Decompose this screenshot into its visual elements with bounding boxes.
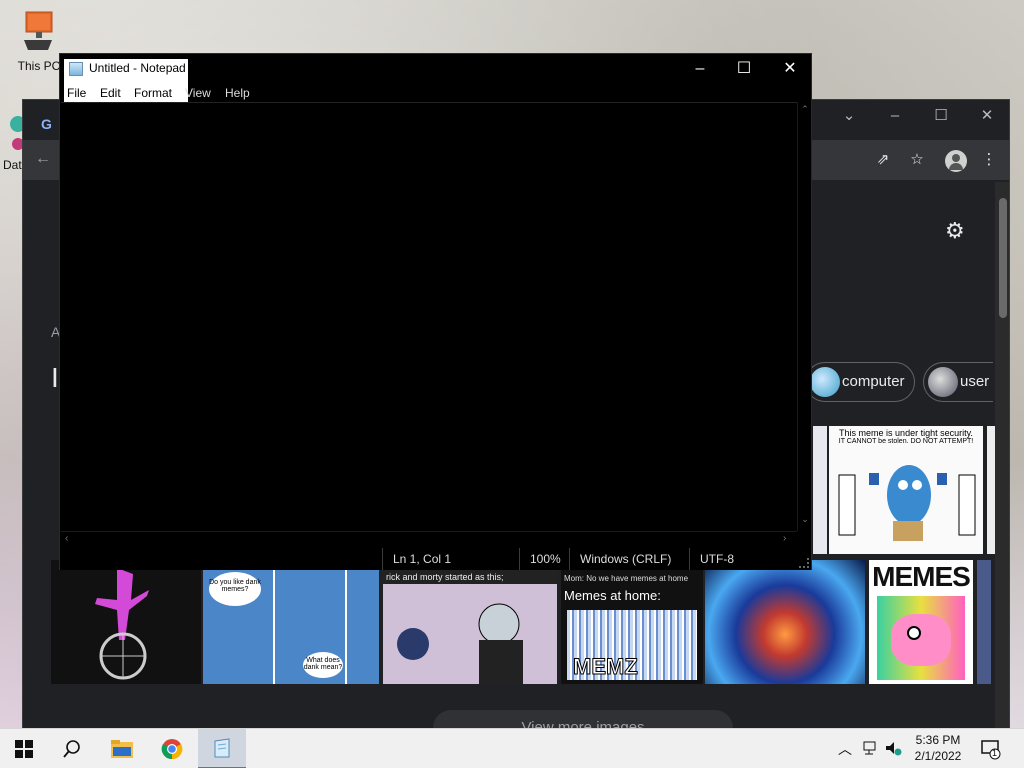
notepad-maximize-button[interactable]: ☐ [730, 59, 758, 79]
chip-user-thumb [928, 367, 958, 397]
memz-logo-text: MEMZ [573, 654, 639, 680]
chrome-minimize-button[interactable]: – [885, 106, 905, 126]
view-more-arrow-icon: → [451, 719, 466, 729]
image-tile-security-meme[interactable]: This meme is under tight security. IT CA… [829, 426, 983, 554]
file-explorer-icon [111, 740, 133, 758]
clock-date: 2/1/2022 [914, 749, 962, 763]
scroll-left-arrow-icon[interactable]: ‹ [65, 533, 68, 544]
menu-help[interactable]: Help [225, 86, 250, 100]
profile-avatar-icon[interactable] [945, 150, 967, 172]
back-arrow-icon[interactable]: ← [35, 150, 51, 168]
chip-computer-label: computer [842, 373, 905, 390]
this-pc-label: This PC [17, 59, 61, 73]
scroll-down-arrow-icon[interactable]: ⌄ [798, 514, 812, 525]
notepad-status-bar: Ln 1, Col 1 100% Windows (CRLF) UTF-8 [60, 548, 811, 570]
chrome-maximize-button[interactable]: ☐ [931, 106, 951, 126]
image-tile-memes-frog[interactable]: MEMES [869, 560, 973, 684]
chip-user-label: user [960, 373, 990, 390]
rick-morty-art [397, 603, 523, 684]
dank-bubble-2: What does dank mean? [303, 652, 343, 678]
memz-caption-1: Mom: No we have memes at home [564, 574, 689, 583]
notepad-horizontal-scrollbar[interactable]: ‹ › [61, 531, 797, 547]
notification-icon [981, 740, 1001, 760]
taskbar: ︿ 5:36 PM 2/1/2022 1 [0, 728, 1024, 768]
notepad-app-icon [69, 62, 83, 76]
chrome-menu-icon[interactable]: ⋮ [979, 150, 999, 170]
notepad-icon [214, 738, 230, 758]
notepad-window[interactable]: Untitled - Notepad – ☐ ✕ File Edit Forma… [59, 53, 812, 570]
notepad-title: Untitled - Notepad [89, 61, 186, 75]
menu-edit[interactable]: Edit [100, 86, 121, 100]
taskbar-clock[interactable]: 5:36 PM 2/1/2022 [906, 732, 970, 764]
image-tile-rick-morty[interactable]: rick and morty started as this; [383, 570, 557, 684]
image-tile-memz[interactable]: Mom: No we have memes at home Memes at h… [561, 570, 703, 684]
chip-user[interactable]: user [923, 362, 993, 402]
scroll-right-arrow-icon[interactable]: › [783, 533, 786, 544]
partial-heading-i: I [51, 362, 59, 393]
chrome-page-scrollbar[interactable] [995, 182, 1009, 728]
scroll-up-arrow-icon[interactable]: ⌃ [798, 104, 812, 115]
status-encoding: UTF-8 [689, 548, 799, 570]
this-pc-icon [24, 11, 53, 50]
status-line-ending: Windows (CRLF) [569, 548, 689, 570]
dancing-figure-art [95, 568, 149, 680]
status-position: Ln 1, Col 1 [382, 548, 508, 570]
start-button[interactable] [0, 729, 48, 768]
share-icon[interactable]: ⇗ [873, 150, 893, 170]
security-meme-caption-1: This meme is under tight security. [839, 428, 973, 438]
memes-frog-art [877, 596, 965, 680]
notepad-vertical-scrollbar[interactable]: ⌃ ⌄ [797, 102, 811, 531]
security-meme-art [838, 465, 976, 541]
chrome-icon [161, 739, 183, 760]
this-pc-desktop-icon[interactable]: This PC [14, 10, 64, 73]
clock-time: 5:36 PM [915, 733, 961, 747]
action-center-button[interactable]: 1 [980, 738, 1002, 768]
volume-muted-icon[interactable] [884, 739, 902, 768]
memz-caption-2: Memes at home: [564, 588, 661, 603]
menu-format[interactable]: Format [134, 86, 172, 100]
search-button[interactable] [48, 729, 96, 768]
dank-bubble-1: Do you like dank memes? [209, 572, 261, 606]
menu-file[interactable]: File [67, 86, 86, 100]
chrome-scroll-thumb[interactable] [999, 198, 1007, 318]
status-zoom: 100% [519, 548, 569, 570]
notepad-text-area[interactable] [61, 102, 797, 531]
chrome-taskbar-button[interactable] [148, 729, 196, 768]
memes-title: MEMES [872, 561, 971, 592]
notepad-close-button[interactable]: ✕ [776, 59, 804, 79]
image-tile-vortex[interactable] [705, 560, 865, 684]
notepad-taskbar-button[interactable] [198, 729, 246, 768]
notification-count: 1 [992, 748, 998, 758]
search-icon [63, 740, 80, 758]
app-desktop-label: Dat [3, 158, 22, 172]
image-tile-dancing-figure[interactable] [51, 560, 201, 684]
chip-computer-thumb [810, 367, 840, 397]
resize-grip-icon[interactable] [799, 558, 809, 568]
image-tile-partial[interactable] [813, 426, 827, 554]
security-meme-caption-2: IT CANNOT be stolen. DO NOT ATTEMPT! [838, 438, 974, 445]
image-tile-dank-memes[interactable]: Do you like dank memes? What does dank m… [203, 570, 379, 684]
image-tile-partial-right[interactable] [987, 426, 995, 554]
bookmark-star-icon[interactable]: ☆ [907, 150, 927, 170]
notepad-minimize-button[interactable]: – [686, 59, 714, 79]
chip-computer[interactable]: computer [805, 362, 915, 402]
rick-morty-caption: rick and morty started as this; [383, 570, 557, 584]
start-icon [15, 740, 33, 758]
google-g-icon: G [41, 116, 52, 132]
settings-gear-icon[interactable]: ⚙ [945, 218, 965, 244]
view-more-images-button[interactable]: → View more images [433, 710, 733, 729]
file-explorer-button[interactable] [98, 729, 146, 768]
menu-view[interactable]: View [185, 86, 211, 100]
tray-show-hidden-icon[interactable]: ︿ [838, 739, 852, 768]
network-icon[interactable] [862, 739, 880, 768]
tab-search-icon[interactable]: ⌄ [839, 106, 859, 126]
chrome-close-button[interactable]: ✕ [977, 106, 997, 126]
image-tile-partial-right-2[interactable] [977, 560, 991, 684]
